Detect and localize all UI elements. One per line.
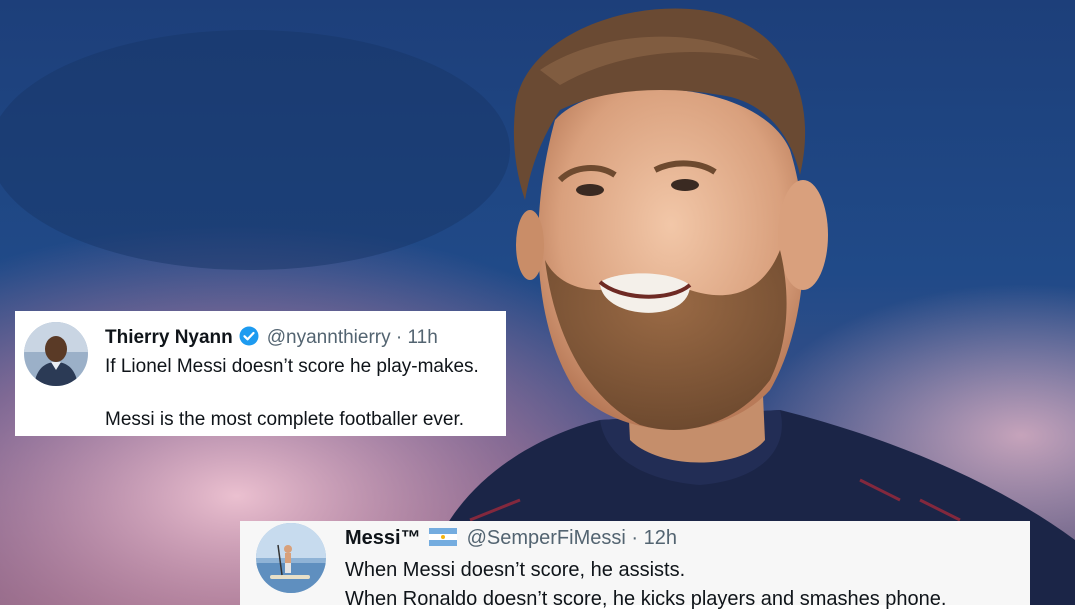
background-photo — [0, 0, 1075, 605]
display-name[interactable]: Messi™ — [345, 527, 421, 549]
user-handle[interactable]: @nyannthierry — [267, 327, 391, 348]
tweet-text-line: Messi is the most complete footballer ev… — [105, 409, 465, 430]
tweet-header: Thierry Nyann @nyannthierry · 11h — [105, 326, 438, 352]
display-name[interactable]: Thierry Nyann — [105, 327, 233, 348]
timestamp[interactable]: · 12h — [631, 527, 677, 549]
tweet-header: Messi™ @SemperFiMessi · 12h — [345, 527, 677, 551]
avatar[interactable] — [256, 523, 326, 593]
tweet-text-line: When Ronaldo doesn’t score, he kicks pla… — [345, 588, 947, 610]
avatar[interactable] — [24, 322, 88, 386]
timestamp[interactable]: · 11h — [396, 327, 438, 348]
verified-badge-icon — [239, 326, 259, 352]
argentina-flag-icon — [428, 528, 457, 551]
tweet-card-thierry[interactable]: Thierry Nyann @nyannthierry · 11h If Lion… — [15, 311, 506, 436]
user-handle[interactable]: @SemperFiMessi — [467, 527, 626, 549]
tweet-card-messi-fan[interactable]: Messi™ @SemperFiMessi · 12h When Messi do… — [240, 521, 1030, 610]
tweet-text-line: When Messi doesn’t score, he assists. — [345, 559, 686, 581]
tweet-text-line: If Lionel Messi doesn’t score he play-ma… — [105, 356, 479, 377]
